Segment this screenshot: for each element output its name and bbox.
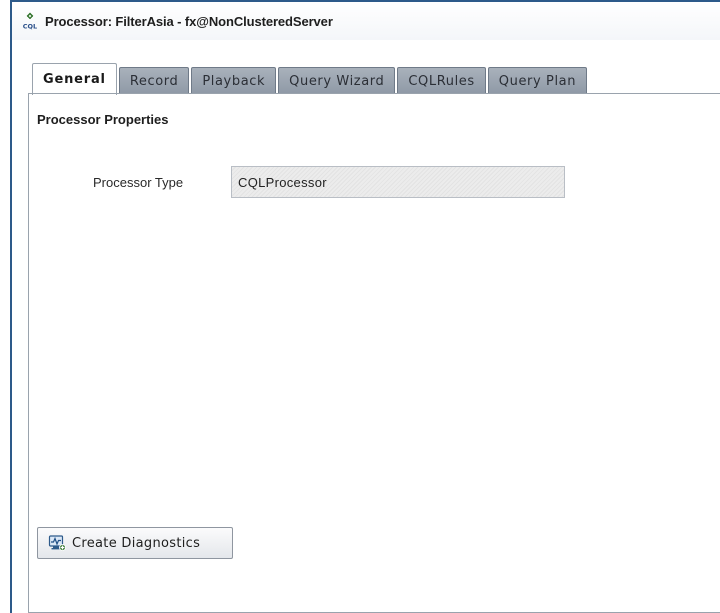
svg-text:CQL: CQL bbox=[23, 23, 37, 31]
processor-window: CQL Processor: FilterAsia - fx@NonCluste… bbox=[10, 0, 720, 613]
tab-cqlrules[interactable]: CQLRules bbox=[397, 67, 486, 94]
general-panel: Processor Properties Processor Type CQLP… bbox=[28, 94, 720, 613]
section-title: Processor Properties bbox=[37, 112, 169, 127]
processor-type-field: CQLProcessor bbox=[231, 166, 565, 198]
tab-general[interactable]: General bbox=[32, 63, 117, 95]
tab-playback[interactable]: Playback bbox=[191, 67, 277, 94]
diagnostics-monitor-icon bbox=[48, 534, 66, 552]
tab-list: General Record Playback Query Wizard CQL… bbox=[32, 62, 589, 95]
create-diagnostics-button[interactable]: Create Diagnostics bbox=[37, 527, 233, 559]
create-diagnostics-label: Create Diagnostics bbox=[72, 535, 201, 551]
tab-strip: General Record Playback Query Wizard CQL… bbox=[12, 40, 720, 95]
tab-record[interactable]: Record bbox=[118, 67, 190, 94]
tab-query-wizard[interactable]: Query Wizard bbox=[278, 67, 396, 94]
title-bar: CQL Processor: FilterAsia - fx@NonCluste… bbox=[12, 2, 720, 41]
cql-processor-icon: CQL bbox=[21, 12, 39, 30]
window-title: Processor: FilterAsia - fx@NonClusteredS… bbox=[45, 13, 333, 29]
tab-query-plan[interactable]: Query Plan bbox=[487, 67, 588, 94]
processor-type-label: Processor Type bbox=[93, 175, 184, 190]
